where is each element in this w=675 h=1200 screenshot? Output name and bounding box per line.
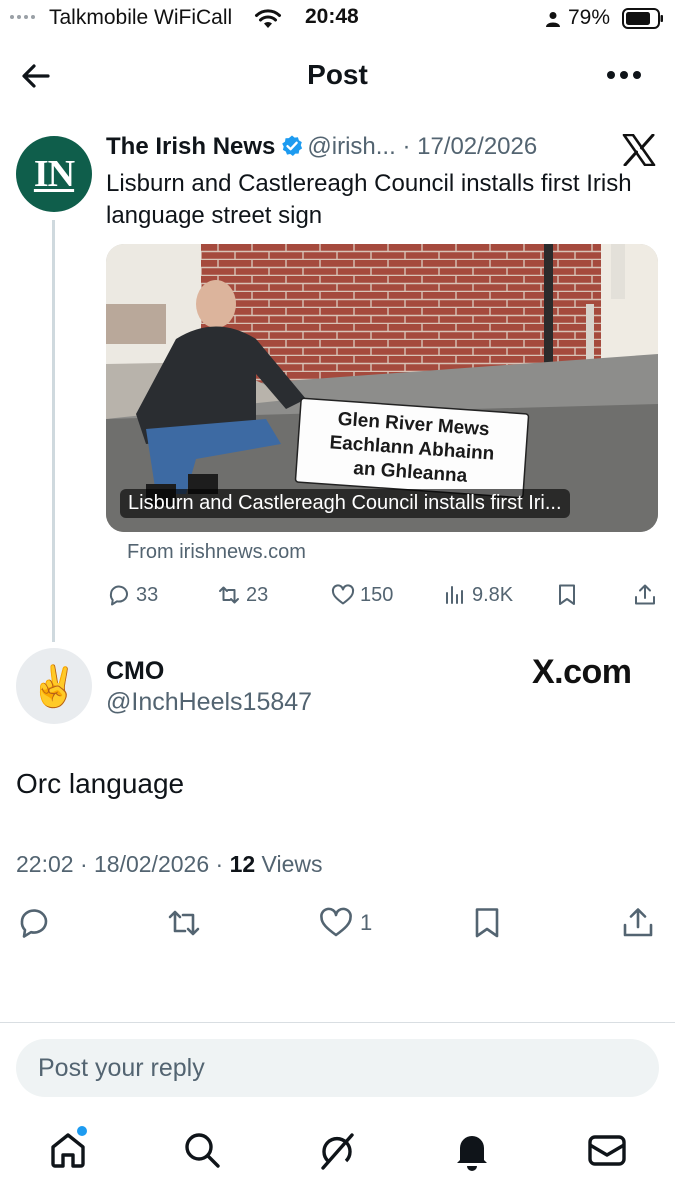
carrier-name: Talkmobile WiFiCall [49,6,233,29]
bookmark-icon [475,908,499,938]
xcom-watermark: X.com [532,653,632,691]
tab-home[interactable] [46,1126,90,1172]
reply-post-actions: 1 [0,905,675,945]
tab-messages[interactable] [585,1128,629,1172]
quoted-views-button[interactable]: 9.8K [442,582,513,608]
notifications-icon [457,1136,487,1171]
tab-search[interactable] [180,1128,224,1172]
quoted-like-count: 150 [360,583,394,606]
like-button[interactable]: 1 [318,905,372,941]
reply-author-name[interactable]: CMO [106,657,164,686]
share-icon [635,584,655,605]
reply-views-label: Views [261,851,323,877]
tab-grok[interactable] [315,1128,359,1172]
clock: 20:48 [305,5,359,28]
link-card-caption: Lisburn and Castlereagh Council installs… [120,489,570,518]
more-options-icon[interactable] [606,68,642,82]
quoted-repost-count: 23 [246,583,269,606]
wifi-icon [255,9,281,28]
signal-strength-icon [10,15,35,19]
battery-icon [622,8,663,29]
grok-icon [321,1133,354,1170]
heart-icon [320,907,352,937]
tab-notifications[interactable] [450,1128,494,1172]
reply-author-handle[interactable]: @InchHeels15847 [106,688,312,717]
quoted-post-header: The Irish News @irish... · 17/02/2026 [106,133,537,161]
irish-news-avatar[interactable]: IN [16,136,92,212]
person-icon [546,12,560,27]
source-domain-link[interactable]: From irishnews.com [127,541,306,564]
reply-timestamp: 22:02 · 18/02/2026 · [16,851,224,877]
search-icon [185,1133,220,1168]
home-notification-dot [77,1126,87,1136]
reply-button[interactable] [16,905,52,941]
share-button[interactable] [620,905,656,941]
bookmark-button[interactable] [469,905,505,941]
quoted-view-count: 9.8K [472,583,514,606]
reply-icon [20,909,48,938]
battery-percentage: 79% [568,6,611,29]
quoted-reply-count: 33 [136,583,159,606]
bookmark-icon [559,584,575,605]
reply-composer-input[interactable] [16,1039,659,1097]
x-logo-icon [622,134,656,166]
repost-icon [168,910,200,936]
quoted-share-button[interactable] [632,582,658,608]
thread-line [52,220,55,642]
messages-icon [588,1135,626,1166]
quoted-repost-button[interactable]: 23 [216,582,268,608]
quoted-author-name[interactable]: The Irish News [106,133,275,160]
composer-divider [0,1022,675,1023]
quoted-post-actions: 33 23 150 9.8K [106,582,658,612]
heart-icon [331,584,355,605]
quoted-post-text: Lisburn and Castlereagh Council installs… [106,170,632,229]
repost-icon [219,586,239,604]
quoted-bookmark-button[interactable] [554,582,580,608]
reply-view-count: 12 [229,851,256,877]
quoted-post-date: · 17/02/2026 [402,133,538,160]
reply-post-text: Orc language [16,768,185,799]
status-bar: Talkmobile WiFiCall 20:48 79% [0,0,675,40]
page-title: Post [307,59,368,90]
verified-badge-icon [282,135,303,156]
quoted-like-button[interactable]: 150 [330,582,393,608]
reply-author-avatar[interactable]: ✌️ [16,648,92,724]
reply-icon [109,585,128,606]
share-icon [623,908,653,937]
quoted-reply-button[interactable]: 33 [106,582,158,608]
reply-post-meta: 22:02 · 18/02/2026 · 12 Views [16,851,322,878]
like-count: 1 [360,910,373,935]
repost-button[interactable] [166,905,202,941]
views-chart-icon [446,586,463,604]
bottom-tab-bar [0,1126,675,1184]
quoted-author-handle[interactable]: @irish... [307,133,395,160]
link-card-image[interactable]: Glen River Mews Eachlann Abhainn an Ghle… [106,244,658,532]
